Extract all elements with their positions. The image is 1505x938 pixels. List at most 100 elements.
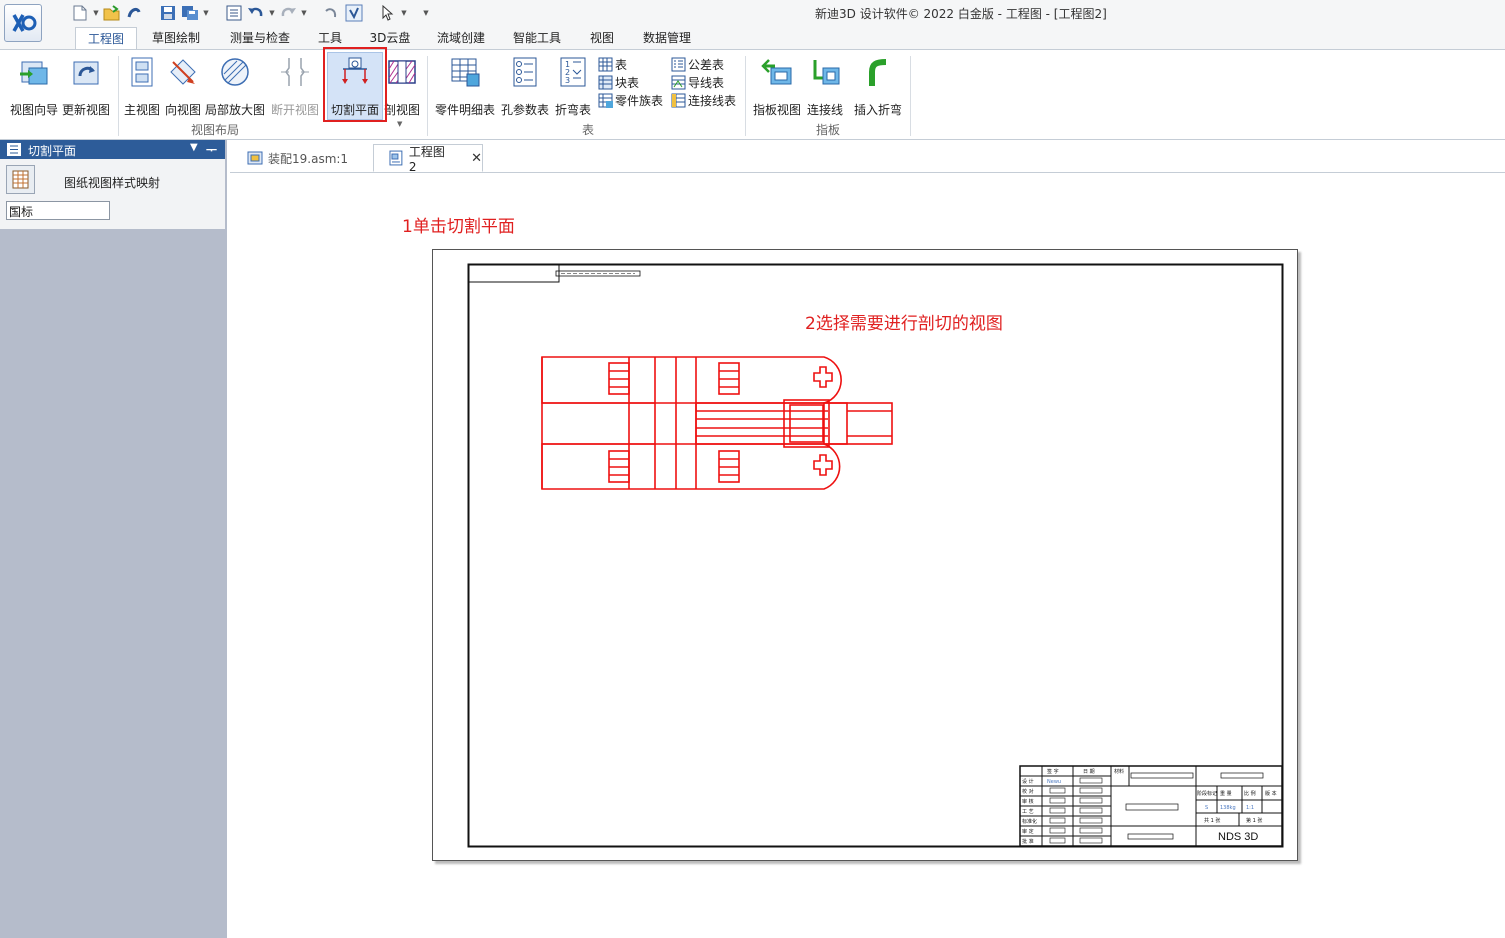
svg-text:校 对: 校 对 — [1022, 788, 1034, 795]
svg-text:比 例: 比 例 — [1244, 790, 1256, 797]
assembly-view[interactable] — [541, 356, 893, 490]
save-icon[interactable] — [158, 3, 178, 23]
connect-line-icon — [813, 60, 840, 85]
chevron-down-icon[interactable]: ▼ — [92, 3, 100, 23]
group-label-view-layout: 视图布局 — [190, 123, 239, 137]
parts-list-label: 零件明细表 — [434, 103, 495, 117]
wire-table-icon — [671, 75, 686, 89]
annotation-step1: 1单击切割平面 — [402, 217, 515, 237]
panel-dropdown-icon[interactable]: ▼ — [190, 142, 198, 153]
chevron-down-icon[interactable]: ▼ — [300, 3, 308, 23]
chevron-down-icon[interactable]: ▼ — [268, 3, 276, 23]
detail-view-button[interactable]: 局部放大图 — [205, 54, 265, 124]
doc-tab-label: 装配19.asm:1 — [268, 151, 349, 166]
tab-3d-cloud[interactable]: 3D云盘 — [364, 27, 416, 49]
insert-bend-label: 插入折弯 — [853, 103, 902, 117]
bend-table-label: 折弯表 — [554, 103, 591, 117]
sheet-border — [467, 263, 1284, 848]
block-table-label: 块表 — [615, 75, 640, 90]
document-area: 装配19.asm:1 工程图2 ✕ 1单击切割平面 签 字 日 期 材料 设 计… — [230, 140, 1505, 938]
document-tabs: 装配19.asm:1 工程图2 ✕ — [230, 140, 1505, 174]
tab-smart-tools[interactable]: 智能工具 — [506, 27, 568, 49]
doc-tab-assembly[interactable]: 装配19.asm:1 — [247, 144, 348, 172]
cutting-plane-highlight — [323, 47, 387, 122]
bend-table-button[interactable]: 123 折弯表 — [545, 54, 601, 124]
standard-select[interactable]: 国标 ⌄ — [6, 201, 110, 220]
update-view-button[interactable]: 更新视图 — [58, 54, 114, 124]
insert-bend-icon — [869, 59, 887, 86]
ribbon-tabs: 工程图 草图绘制 测量与检查 工具 3D云盘 流域创建 智能工具 视图 数据管理 — [0, 27, 1505, 50]
break-view-icon — [281, 58, 309, 86]
section-view-icon — [388, 60, 416, 84]
group-label-board: 指板 — [815, 123, 840, 137]
parts-list-button[interactable]: 零件明细表 — [435, 54, 495, 124]
app-logo[interactable] — [4, 4, 42, 42]
svg-text:审 核: 审 核 — [1022, 798, 1034, 805]
chevron-down-icon[interactable]: ▼ — [400, 3, 408, 23]
panel-body: 图纸视图样式映射 国标 ⌄ — [0, 159, 225, 229]
wire-table-button[interactable]: 导线表 — [671, 73, 724, 91]
direction-view-icon — [170, 59, 196, 85]
svg-text:材料: 材料 — [1114, 768, 1124, 775]
window-title: 新迪3D 设计软件© 2022 白金版 - 工程图 - [工程图2] — [815, 7, 1107, 21]
panel-title: 切割平面 — [28, 144, 77, 158]
chevron-down-icon[interactable]: ▼ — [397, 120, 402, 128]
tolerance-table-button[interactable]: 公差表 — [671, 55, 724, 73]
svg-text:S: S — [1205, 805, 1208, 811]
block-table-icon — [598, 75, 613, 89]
tab-drawing[interactable]: 工程图 — [75, 27, 137, 50]
tab-measure[interactable]: 测量与检查 — [222, 27, 298, 49]
ribbon: 视图向导 更新视图 主视图 向视图 局部放大图 断开视图 切割平面 剖视图 ▼ … — [0, 49, 1505, 140]
code-box — [468, 264, 560, 283]
revert-icon[interactable] — [322, 3, 342, 23]
drawing-sheet[interactable]: 签 字 日 期 材料 设 计 校 对 审 核 工 艺 标准化 审 定 批 准 N… — [432, 249, 1298, 861]
parts-list-icon — [451, 58, 480, 87]
open-folder-icon[interactable] — [102, 3, 122, 23]
chevron-down-icon: ⌄ — [9, 203, 17, 213]
doc-tab-drawing[interactable]: 工程图2 ✕ — [373, 144, 483, 174]
tab-flow-domain[interactable]: 流域创建 — [430, 27, 492, 49]
detail-view-label: 局部放大图 — [204, 103, 265, 117]
table-icon — [598, 57, 613, 71]
select-filter-icon[interactable] — [344, 3, 364, 23]
tab-tools[interactable]: 工具 — [312, 27, 348, 49]
property-panel: 切割平面 ▼ ᅮ 图纸视图样式映射 国标 ⌄ — [0, 140, 227, 938]
connector-table-button[interactable]: 连接线表 — [671, 91, 736, 109]
break-view-button[interactable]: 断开视图 — [267, 54, 323, 124]
svg-text:版 本: 版 本 — [1265, 790, 1277, 797]
group-separator — [745, 56, 746, 136]
view-style-mapping-button[interactable] — [6, 165, 35, 194]
properties-icon[interactable] — [224, 3, 244, 23]
chevron-down-icon[interactable]: ▼ — [202, 3, 210, 23]
view-wizard-icon — [20, 61, 48, 85]
main-view-icon — [131, 57, 153, 87]
table-button[interactable]: 表 — [598, 55, 627, 73]
tab-data-management[interactable]: 数据管理 — [636, 27, 698, 49]
block-table-button[interactable]: 块表 — [598, 73, 639, 91]
svg-text:Newu: Newu — [1047, 779, 1061, 785]
tab-sketch[interactable]: 草图绘制 — [145, 27, 207, 49]
company-name: NDS 3D — [1218, 831, 1258, 843]
tab-view[interactable]: 视图 — [584, 27, 620, 49]
redo-icon[interactable] — [278, 3, 298, 23]
assembly-icon — [247, 151, 263, 165]
insert-bend-button[interactable]: 插入折弯 — [850, 54, 906, 124]
pointer-icon[interactable] — [378, 3, 398, 23]
drawing-canvas[interactable]: 1单击切割平面 签 字 日 期 材料 设 计 校 对 审 核 工 艺 标准化 审… — [230, 174, 1505, 938]
svg-text:3: 3 — [565, 76, 570, 85]
connector-table-label: 连接线表 — [688, 93, 737, 108]
save-all-icon[interactable] — [180, 3, 200, 23]
customize-qat-icon[interactable]: ▼ — [422, 3, 430, 23]
new-file-icon[interactable] — [70, 3, 90, 23]
table-label: 表 — [615, 57, 628, 72]
history-icon[interactable] — [124, 3, 144, 23]
undo-icon[interactable] — [246, 3, 266, 23]
svg-text:共 1 张: 共 1 张 — [1204, 817, 1220, 824]
hole-table-icon — [513, 57, 537, 87]
pin-icon[interactable]: ᅮ — [206, 141, 217, 158]
svg-text:工 艺: 工 艺 — [1022, 809, 1034, 815]
part-family-table-button[interactable]: 零件族表 — [598, 91, 663, 109]
close-icon[interactable]: ✕ — [471, 151, 482, 166]
panel-list-icon — [7, 143, 21, 156]
tolerance-table-icon — [671, 57, 686, 71]
